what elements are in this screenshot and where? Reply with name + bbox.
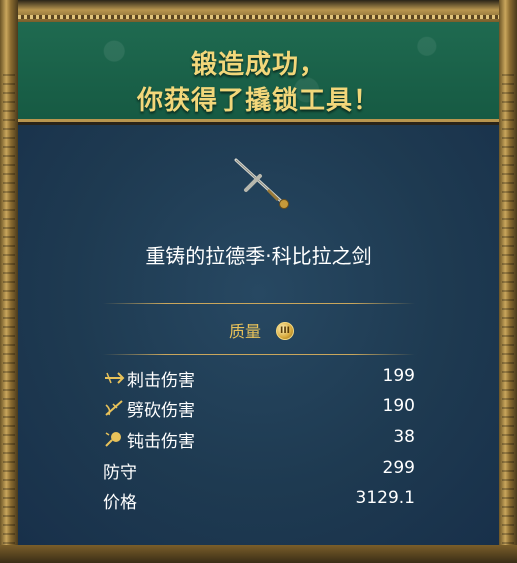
stat-value: 199 <box>382 366 415 386</box>
stat-label: 刺击伤害 <box>127 371 195 391</box>
stat-row-defense: 防守 299 <box>103 458 415 483</box>
result-header: 锻造成功， 你获得了撬锁工具！ <box>18 22 499 122</box>
frame-bottom-ornament <box>0 545 517 563</box>
stat-row-slash: 劈砍伤害 190 <box>103 396 415 421</box>
stat-value: 3129.1 <box>355 488 415 508</box>
stat-row-stab: 刺击伤害 199 <box>103 366 415 391</box>
stat-label: 钝击伤害 <box>127 432 195 452</box>
frame-top-ornament <box>0 0 517 22</box>
crossed-sword-icon <box>234 158 289 209</box>
item-name: 重铸的拉德季·科比拉之剑 <box>145 244 372 268</box>
stat-label: 价格 <box>103 493 137 513</box>
header-title-line2: 你获得了撬锁工具！ <box>136 86 380 116</box>
stat-value: 299 <box>382 458 415 478</box>
stab-icon <box>105 372 125 384</box>
divider-bottom <box>103 354 415 355</box>
stat-label: 劈砍伤害 <box>127 401 195 421</box>
quality-coin-icon: III <box>276 322 294 340</box>
stat-value: 38 <box>393 427 415 447</box>
frame-left-pillar <box>0 0 18 563</box>
blunt-icon <box>105 432 121 447</box>
divider-top <box>103 303 415 304</box>
stat-value: 190 <box>382 396 415 416</box>
stat-row-price: 价格 3129.1 <box>103 488 415 513</box>
slash-icon <box>105 400 123 416</box>
stat-label: 防守 <box>103 463 137 483</box>
stat-row-blunt: 钝击伤害 38 <box>103 427 415 452</box>
frame-right-pillar <box>499 0 517 563</box>
header-title-line1: 锻造成功， <box>190 50 326 80</box>
quality-label: 质量 <box>228 322 261 341</box>
